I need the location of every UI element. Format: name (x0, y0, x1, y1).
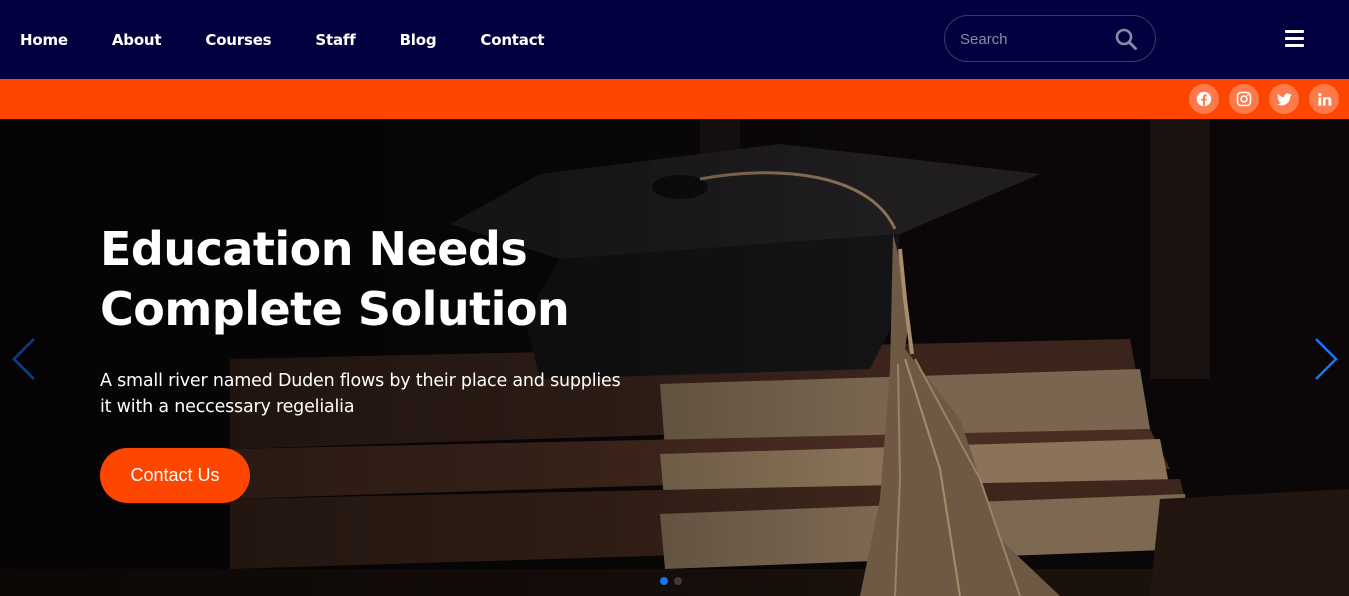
nav-link-courses[interactable]: Courses (205, 31, 271, 49)
hero-slider (0, 119, 1349, 596)
slider-dot-1[interactable] (660, 577, 668, 585)
linkedin-icon[interactable] (1309, 84, 1339, 114)
hero-description-line-1: A small river named Duden flows by their… (100, 371, 621, 391)
nav-link-about[interactable]: About (112, 31, 162, 49)
hero-description-line-2: it with a neccessary regelialia (100, 397, 355, 417)
hero-title-line-2: Complete Solution (100, 282, 570, 336)
nav-link-home[interactable]: Home (20, 31, 68, 49)
hero-title-line-1: Education Needs (100, 222, 528, 276)
hero-description: A small river named Duden flows by their… (100, 368, 660, 420)
hero-title: Education Needs Complete Solution (100, 219, 660, 339)
top-navbar: Home About Courses Staff Blog Contact (0, 0, 1349, 79)
nav-link-staff[interactable]: Staff (315, 31, 355, 49)
twitter-icon[interactable] (1269, 84, 1299, 114)
contact-us-button[interactable]: Contact Us (100, 448, 250, 503)
chevron-left-icon[interactable] (10, 336, 38, 382)
social-strip (0, 79, 1349, 119)
hamburger-menu-icon[interactable] (1285, 30, 1304, 47)
hero-overlay (0, 119, 1349, 596)
chevron-right-icon[interactable] (1312, 336, 1340, 382)
search-icon[interactable] (1115, 28, 1137, 50)
facebook-icon[interactable] (1189, 84, 1219, 114)
slider-dots (660, 577, 688, 585)
slider-dot-2[interactable] (674, 577, 682, 585)
nav-links: Home About Courses Staff Blog Contact (20, 0, 588, 79)
nav-link-blog[interactable]: Blog (400, 31, 437, 49)
nav-link-contact[interactable]: Contact (480, 31, 544, 49)
instagram-icon[interactable] (1229, 84, 1259, 114)
search-input[interactable] (960, 28, 1110, 50)
